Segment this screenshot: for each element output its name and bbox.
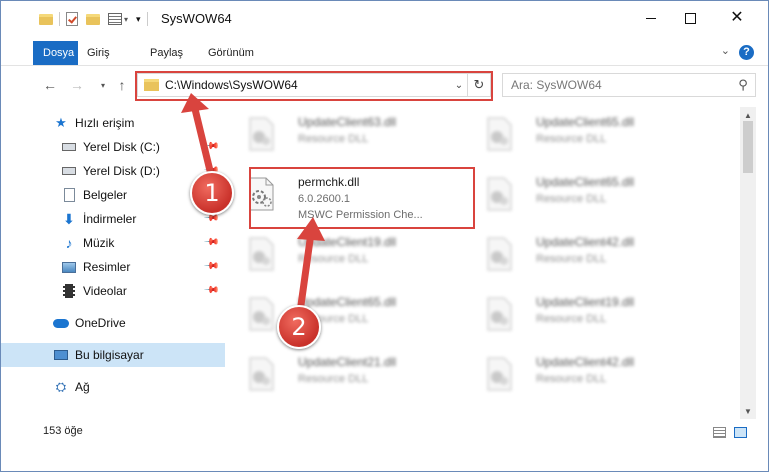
callout-arrow-2 (297, 229, 315, 309)
callout-arrows (181, 93, 325, 309)
callout-bubble-2: 2 (277, 305, 321, 349)
callout-arrowhead-2 (297, 217, 325, 241)
explorer-window: ▾ ▾ SysWOW64 ✕ Dosya Giriş Paylaş Görünü… (0, 0, 769, 472)
callout-bubble-1: 1 (190, 171, 234, 215)
callout-arrowhead-1 (181, 93, 209, 113)
